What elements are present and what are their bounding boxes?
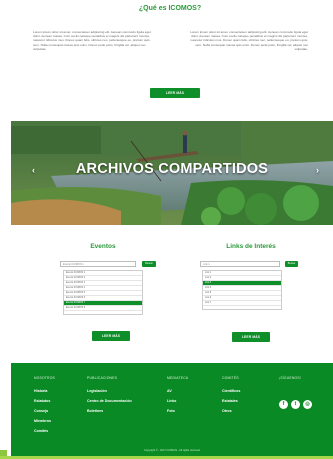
hero-title: ARCHIVOS COMPARTIDOS [75,161,269,177]
instagram-icon[interactable]: ◎ [303,400,312,409]
eventos-search-button[interactable]: Buscar [142,261,156,267]
footer-link-otros[interactable]: Otros [222,406,240,416]
footer-link-miembros[interactable]: Miembros [34,416,55,426]
eventos-search: Evento ICOMOS 1 Buscar [60,261,158,267]
copyright: Copyright © - 2017 ICOMOS - All rights r… [144,449,200,452]
footer-link-estatales[interactable]: Estatales [222,396,240,406]
intro-paragraph-left: Lorem ipsum dolor sit amet, consectetuer… [33,30,151,51]
footer-link-links[interactable]: Links [167,396,188,406]
footer-heading: Nosotros [34,376,56,380]
links-search-button[interactable]: Buscar [285,261,298,267]
intro-paragraph-right: Lorem ipsum dolor sit amet, consectetuer… [190,30,308,51]
footer-link-boletines[interactable]: Boletines [87,406,132,416]
list-item[interactable]: Evento ICOMOS 8 [64,306,142,311]
intro-text-left: Lorem ipsum dolor sit amet, consectetuer… [33,30,153,51]
twitter-icon[interactable]: t [291,400,300,409]
eventos-title: Eventos [90,243,116,250]
eventos-list: Evento ICOMOS 1 Evento ICOMOS 2 Evento I… [63,270,143,315]
footer-heading: Comités [222,376,239,380]
footer-link-consejo[interactable]: Consejo [34,406,55,416]
footer-link-cientificos[interactable]: Científicos [222,386,240,396]
footer-col-mediateca: Mediateca AV Links Foto [167,376,188,416]
footer-link-historia[interactable]: Historia [34,386,55,396]
links-search: Link 1 Buscar [200,261,299,267]
social-icons: f t ◎ [279,392,315,410]
links-title: Links de Interés [226,243,276,250]
footer: Nosotros Historia Estatutos Consejo Miem… [11,363,333,456]
list-item[interactable]: Link 7 [203,301,281,306]
facebook-icon[interactable]: f [279,400,288,409]
footer-heading: Mediateca [167,376,189,380]
hero-prev-arrow-icon[interactable]: ‹ [32,165,35,175]
footer-col-publicaciones: Publicaciones Legislación Centro de Docu… [87,376,132,416]
footer-link-centro-documentacion[interactable]: Centro de Documentación [87,396,132,406]
footer-heading: Publicaciones [87,376,118,380]
links-leer-mas-button[interactable]: Leer más [232,332,270,342]
page: ¿Qué es ICOMOS? Lorem ipsum dolor sit am… [7,0,333,459]
eventos-search-input[interactable]: Evento ICOMOS 1 [60,261,136,267]
footer-col-siguenos: ¡Síguenos! [279,376,301,386]
footer-link-foto[interactable]: Foto [167,406,188,416]
hero-next-arrow-icon[interactable]: › [316,165,319,175]
hero-banner: ARCHIVOS COMPARTIDOS ‹ › [11,121,333,225]
eventos-leer-mas-button[interactable]: Leer más [92,331,130,341]
section-title-que-es: ¿Qué es ICOMOS? [138,5,202,12]
intro-text-right: Lorem ipsum dolor sit amet, consectetuer… [188,30,308,51]
footer-link-av[interactable]: AV [167,386,188,396]
footer-col-nosotros: Nosotros Historia Estatutos Consejo Miem… [34,376,55,436]
footer-col-comites: Comités Científicos Estatales Otros [222,376,240,416]
links-list: Link 1 Link 2 Link 3 Link 4 Link 5 Link … [202,270,282,310]
footer-link-comites[interactable]: Comités [34,426,55,436]
links-search-input[interactable]: Link 1 [200,261,280,267]
footer-heading: ¡Síguenos! [279,376,301,380]
leer-mas-button[interactable]: Leer más [150,88,200,98]
footer-link-legislacion[interactable]: Legislación [87,386,132,396]
footer-link-estatutos[interactable]: Estatutos [34,396,55,406]
